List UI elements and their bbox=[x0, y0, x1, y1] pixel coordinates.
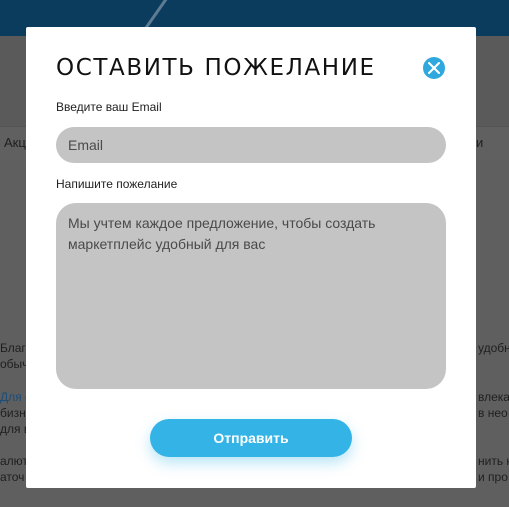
close-button[interactable] bbox=[423, 57, 445, 79]
feedback-modal: ОСТАВИТЬ ПОЖЕЛАНИЕ Введите ваш Email Нап… bbox=[26, 27, 476, 488]
close-icon bbox=[428, 62, 440, 74]
email-input[interactable] bbox=[56, 127, 446, 163]
wish-textarea[interactable] bbox=[56, 203, 446, 389]
bg-text-line: нить к bbox=[478, 454, 509, 468]
bg-text-line: Благ bbox=[0, 341, 26, 355]
bg-text-line: влека bbox=[478, 390, 509, 404]
modal-title: ОСТАВИТЬ ПОЖЕЛАНИЕ bbox=[56, 55, 376, 81]
bg-text-line: алют bbox=[0, 454, 28, 468]
bg-text-line: в нео bbox=[478, 406, 508, 420]
email-label: Введите ваш Email bbox=[56, 100, 162, 114]
nav-item-left: Акц bbox=[4, 135, 26, 150]
bg-text-line: удобн bbox=[478, 341, 509, 355]
submit-button[interactable]: Отправить bbox=[150, 419, 352, 457]
nav-item-right: и bbox=[476, 135, 484, 150]
bg-text-line: и про bbox=[478, 470, 508, 484]
bg-text-line: аточ bbox=[0, 470, 25, 484]
wish-label: Напишите пожелание bbox=[56, 177, 178, 191]
bg-text-line: обыч bbox=[0, 357, 29, 371]
bg-text-line: бизн bbox=[0, 406, 26, 420]
